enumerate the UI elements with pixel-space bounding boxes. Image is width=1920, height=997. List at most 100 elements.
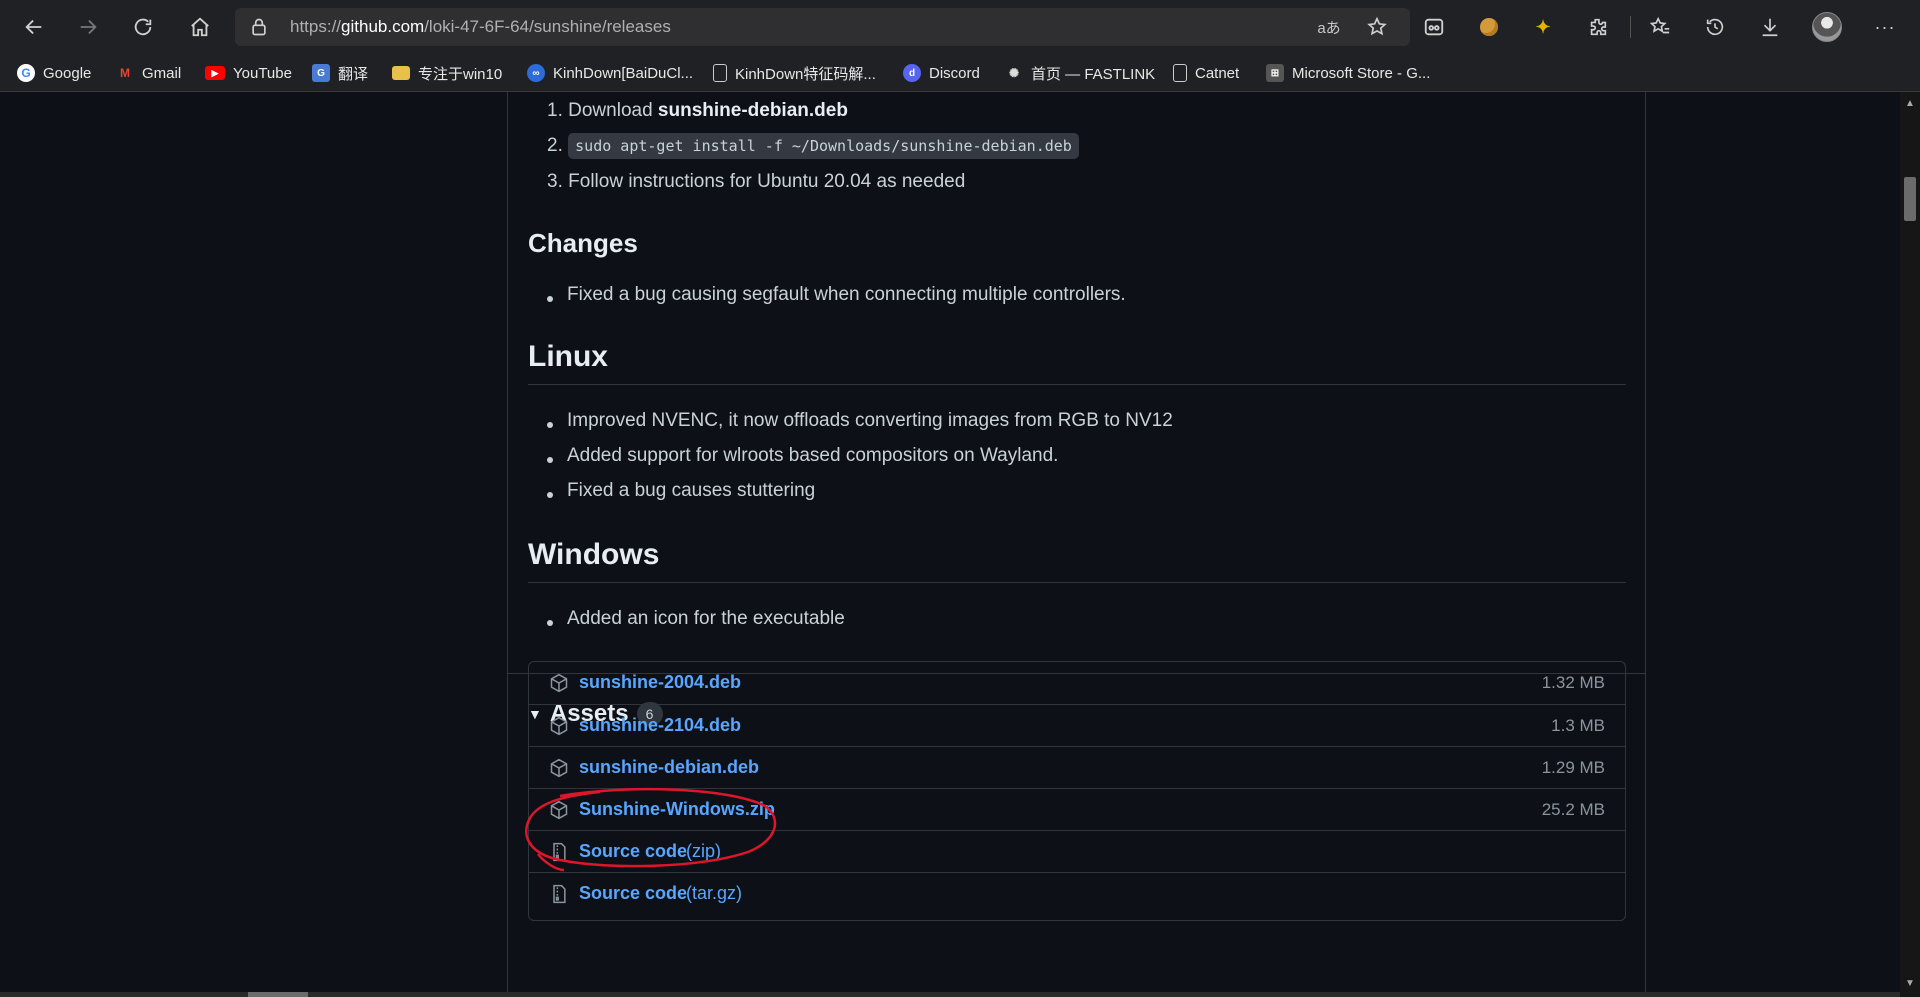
more-menu-icon[interactable]: ··· xyxy=(1870,12,1900,42)
refresh-button[interactable] xyxy=(125,9,161,45)
home-icon xyxy=(191,17,209,37)
asset-ext[interactable]: (zip) xyxy=(686,841,721,862)
bullet xyxy=(547,620,553,626)
url-host: github.com xyxy=(341,17,425,36)
asset-link[interactable]: sunshine-2004.deb xyxy=(579,672,741,693)
refresh-icon xyxy=(134,18,152,36)
step-3: 3. Follow instructions for Ubuntu 20.04 … xyxy=(547,171,965,193)
url-prefix: https:// xyxy=(290,17,342,36)
bookmark-label: Catnet xyxy=(1195,64,1240,82)
asset-link[interactable]: sunshine-debian.deb xyxy=(579,757,759,778)
bookmark-label: Microsoft Store - G... xyxy=(1292,64,1431,82)
folder-icon xyxy=(392,66,410,80)
address-bar[interactable]: https://github.com/loki-47-6F-64/sunshin… xyxy=(235,8,1410,46)
browser-toolbar: https://github.com/loki-47-6F-64/sunshin… xyxy=(0,0,1920,54)
bookmark-fastlink[interactable]: ✺ 首页 — FASTLINK xyxy=(1005,54,1155,92)
package-icon xyxy=(550,673,568,693)
page-icon xyxy=(713,64,727,82)
asset-size: 1.32 MB xyxy=(1541,673,1605,692)
asset-ext[interactable]: (tar.gz) xyxy=(686,883,742,904)
bookmark-kinhdown-code[interactable]: KinhDown特征码解... xyxy=(713,54,876,92)
step-1: 1. Download sunshine-debian.deb xyxy=(547,100,848,122)
asset-row: Sunshine-Windows.zip 25.2 MB xyxy=(529,788,1625,830)
bookmark-label: 首页 — FASTLINK xyxy=(1031,65,1156,83)
bookmark-label: Google xyxy=(43,64,92,82)
extensions-puzzle-icon[interactable] xyxy=(1583,12,1613,42)
file-zip-icon xyxy=(553,842,566,862)
asset-link[interactable]: Source code xyxy=(579,841,687,862)
bookmark-gmail[interactable]: M Gmail xyxy=(116,54,181,92)
bullet xyxy=(547,492,553,498)
back-button[interactable] xyxy=(16,9,52,45)
scroll-up-icon[interactable]: ▲ xyxy=(1904,98,1916,110)
fastlink-icon: ✺ xyxy=(1008,66,1020,80)
step-text: Download xyxy=(568,100,658,121)
bookmark-google[interactable]: G Google xyxy=(17,54,91,92)
url-text[interactable]: https://github.com/loki-47-6F-64/sunshin… xyxy=(290,17,671,37)
bookmark-catnet[interactable]: Catnet xyxy=(1173,54,1239,92)
kinhdown-icon: ∞ xyxy=(527,64,545,82)
downloads-icon[interactable] xyxy=(1755,12,1785,42)
home-button[interactable] xyxy=(182,9,218,45)
bookmark-translate[interactable]: G 翻译 xyxy=(312,54,368,92)
extension-glasses-icon[interactable] xyxy=(1419,12,1449,42)
arrow-left-icon xyxy=(25,19,42,35)
gmail-icon: M xyxy=(120,66,130,80)
bookmark-label: KinhDown[BaiDuCl... xyxy=(553,64,694,82)
linux-heading: Linux xyxy=(528,340,608,373)
bookmark-kinhdown[interactable]: ∞ KinhDown[BaiDuCl... xyxy=(527,54,693,92)
step-number: 1. xyxy=(547,100,563,121)
bookmarks-bar: G Google M Gmail ▶ YouTube G 翻译 专注于win10… xyxy=(0,54,1920,92)
file-zip-icon xyxy=(553,884,566,904)
asset-size: 25.2 MB xyxy=(1541,800,1605,819)
bookmark-microsoft-store[interactable]: ⊞ Microsoft Store - G... xyxy=(1266,54,1430,92)
asset-row: sunshine-2004.deb 1.32 MB xyxy=(529,662,1625,704)
windows-item: Added an icon for the executable xyxy=(567,608,845,629)
step-number: 3. xyxy=(547,171,563,192)
google-icon: G xyxy=(17,64,35,82)
asset-link[interactable]: sunshine-2104.deb xyxy=(579,715,741,736)
scroll-thumb[interactable] xyxy=(1904,177,1916,221)
bookmark-label: KinhDown特征码解... xyxy=(735,65,876,83)
asset-size: 1.29 MB xyxy=(1541,758,1605,777)
store-icon: ⊞ xyxy=(1266,64,1284,82)
bookmark-label: 专注于win10 xyxy=(418,65,503,83)
forward-button[interactable] xyxy=(70,9,106,45)
arrow-right-icon xyxy=(80,19,97,35)
cookie-extension-icon[interactable] xyxy=(1474,12,1504,42)
asset-size: 1.3 MB xyxy=(1551,716,1605,735)
step-text: Follow instructions for Ubuntu 20.04 as … xyxy=(568,171,966,192)
bookmark-label: Gmail xyxy=(142,64,182,82)
read-aloud-icon[interactable]: aあ xyxy=(1317,15,1341,39)
profile-avatar[interactable] xyxy=(1812,12,1842,42)
bookmark-youtube[interactable]: ▶ YouTube xyxy=(205,54,292,92)
step-2: 2. sudo apt-get install -f ~/Downloads/s… xyxy=(547,133,1079,159)
asset-link[interactable]: Source code xyxy=(579,883,687,904)
add-favorite-icon[interactable] xyxy=(1365,15,1389,39)
lock-icon xyxy=(252,18,266,36)
linux-item: Added support for wlroots based composit… xyxy=(567,445,1059,466)
tampermonkey-icon[interactable]: ✦ xyxy=(1528,12,1558,42)
bullet xyxy=(547,457,553,463)
toolbar-separator xyxy=(1630,16,1631,38)
youtube-icon: ▶ xyxy=(205,66,225,80)
bullet xyxy=(547,296,553,302)
history-icon[interactable] xyxy=(1700,12,1730,42)
bookmark-discord[interactable]: d Discord xyxy=(903,54,980,92)
bookmark-label: 翻译 xyxy=(338,65,369,83)
horizontal-scrollbar[interactable] xyxy=(0,992,1900,997)
favorites-icon[interactable] xyxy=(1645,12,1675,42)
scroll-down-icon[interactable]: ▼ xyxy=(1904,978,1916,990)
package-icon xyxy=(550,800,568,820)
discord-icon: d xyxy=(903,64,921,82)
page-icon xyxy=(1173,64,1187,82)
changes-heading: Changes xyxy=(528,228,638,258)
vertical-scrollbar[interactable]: ▲ ▼ xyxy=(1900,92,1920,997)
heading-rule xyxy=(528,582,1626,583)
package-icon xyxy=(550,716,568,736)
bookmark-win10[interactable]: 专注于win10 xyxy=(392,54,502,92)
asset-link-windows-zip[interactable]: Sunshine-Windows.zip xyxy=(579,799,775,820)
changes-item: Fixed a bug causing segfault when connec… xyxy=(567,284,1126,305)
hscroll-thumb[interactable] xyxy=(248,992,308,997)
translate-icon: G xyxy=(312,64,330,82)
